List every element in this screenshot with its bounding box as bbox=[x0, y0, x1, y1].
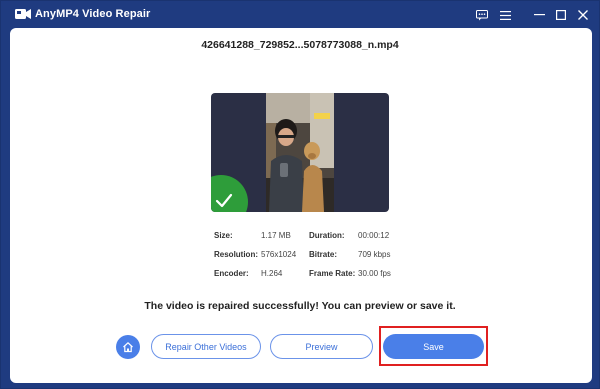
encoder-label: Encoder: bbox=[214, 269, 249, 278]
framerate-value: 30.00 fps bbox=[358, 269, 391, 278]
close-button[interactable] bbox=[574, 6, 592, 24]
thumbnail-image bbox=[266, 93, 334, 212]
duration-label: Duration: bbox=[309, 231, 345, 240]
resolution-label: Resolution: bbox=[214, 250, 258, 259]
menu-icon bbox=[499, 10, 511, 20]
title-bar: AnyMP4 Video Repair bbox=[1, 1, 600, 29]
repair-other-videos-button[interactable]: Repair Other Videos bbox=[151, 334, 261, 359]
minimize-icon bbox=[533, 14, 545, 16]
app-title: AnyMP4 Video Repair bbox=[35, 8, 151, 20]
resolution-value: 576x1024 bbox=[261, 250, 297, 259]
preview-button[interactable]: Preview bbox=[270, 334, 373, 359]
status-message: The video is repaired successfully! You … bbox=[144, 300, 456, 312]
duration-value: 00:00:12 bbox=[358, 231, 390, 240]
feedback-button[interactable] bbox=[473, 6, 491, 24]
feedback-icon bbox=[476, 9, 488, 20]
app-logo-icon bbox=[15, 9, 31, 19]
video-thumbnail bbox=[266, 93, 334, 212]
framerate-label: Frame Rate: bbox=[309, 269, 356, 278]
maximize-icon bbox=[556, 10, 566, 20]
menu-button[interactable] bbox=[496, 6, 514, 24]
video-preview bbox=[211, 93, 389, 212]
checkmark-icon bbox=[211, 175, 248, 212]
home-button[interactable] bbox=[116, 335, 140, 359]
success-badge bbox=[211, 175, 248, 212]
encoder-value: H.264 bbox=[261, 269, 283, 278]
home-icon bbox=[123, 342, 133, 353]
file-name: 426641288_729852...5078773088_n.mp4 bbox=[201, 39, 399, 51]
minimize-button[interactable] bbox=[530, 6, 548, 24]
save-button[interactable]: Save bbox=[383, 334, 484, 359]
maximize-button[interactable] bbox=[552, 6, 570, 24]
bitrate-label: Bitrate: bbox=[309, 250, 338, 259]
size-label: Size: bbox=[214, 231, 233, 240]
close-icon bbox=[578, 10, 588, 20]
size-value: 1.17 MB bbox=[261, 231, 291, 240]
bitrate-value: 709 kbps bbox=[358, 250, 391, 259]
video-info: Size: 1.17 MB Duration: 00:00:12 Resolut… bbox=[214, 231, 414, 281]
